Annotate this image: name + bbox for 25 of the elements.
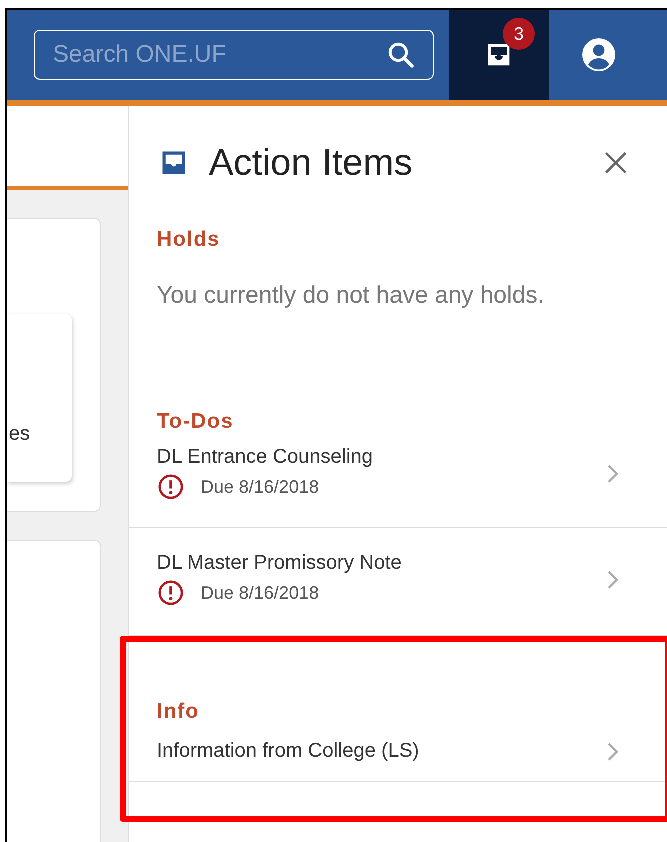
action-item[interactable]: DL Master Promissory Note Due 8/16/2018 bbox=[129, 528, 667, 636]
empty-message: You currently do not have any holds. bbox=[157, 282, 546, 310]
search-icon[interactable] bbox=[386, 40, 416, 70]
item-title: Information from College (LS) bbox=[157, 740, 420, 763]
alert-icon bbox=[157, 473, 185, 501]
item-title: DL Entrance Counseling bbox=[157, 446, 374, 469]
chevron-right-icon bbox=[607, 742, 619, 762]
inbox-button[interactable]: 3 bbox=[449, 10, 549, 100]
notification-count: 3 bbox=[503, 18, 535, 50]
chevron-right-icon bbox=[607, 570, 619, 590]
search-field[interactable]: Search ONE.UF bbox=[34, 30, 434, 80]
section-heading: Holds bbox=[157, 228, 222, 252]
chevron-right-icon bbox=[607, 464, 619, 484]
close-icon[interactable] bbox=[603, 150, 629, 176]
item-title: DL Master Promissory Note bbox=[157, 552, 403, 575]
panel-title: Action Items bbox=[209, 142, 414, 184]
action-item[interactable]: DL Entrance Counseling Due 8/16/2018 bbox=[129, 446, 667, 528]
user-icon[interactable] bbox=[581, 37, 617, 73]
section-heading: Info bbox=[157, 700, 200, 724]
section-heading: To-Dos bbox=[157, 410, 235, 434]
action-item[interactable]: Information from College (LS) bbox=[129, 736, 667, 782]
due-date: Due 8/16/2018 bbox=[201, 582, 320, 604]
card-text: es bbox=[9, 423, 30, 446]
due-date: Due 8/16/2018 bbox=[201, 476, 320, 498]
alert-icon bbox=[157, 579, 185, 607]
